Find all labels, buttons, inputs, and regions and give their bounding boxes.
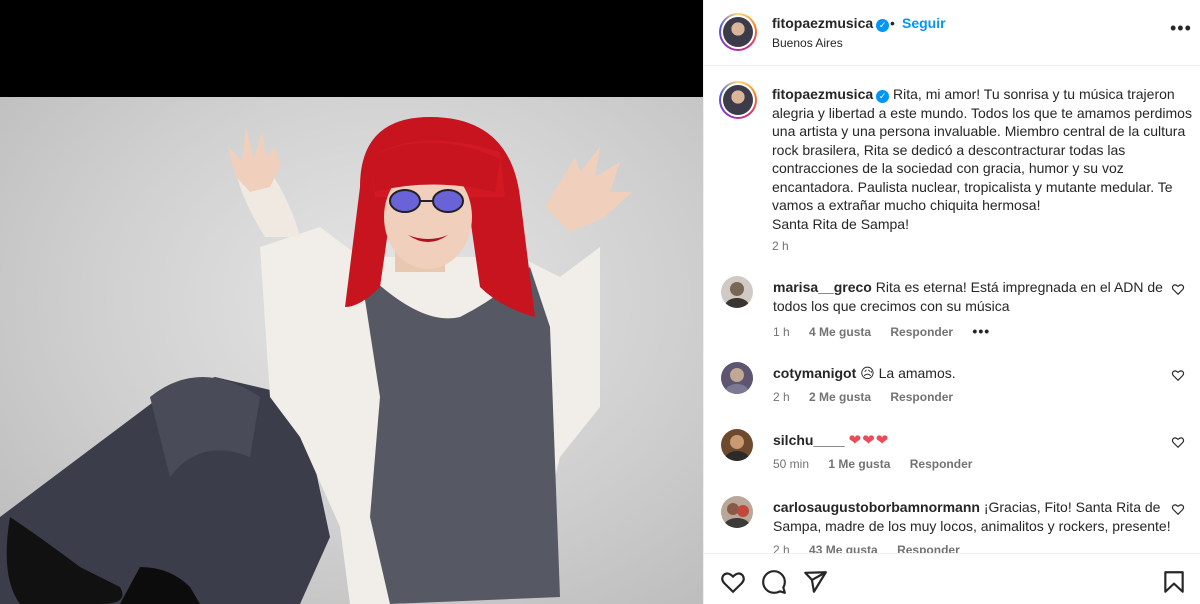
comment-avatar[interactable] xyxy=(721,362,753,394)
comment-likes[interactable]: 43 Me gusta xyxy=(809,543,878,553)
caption-body-closing: Santa Rita de Sampa! xyxy=(772,215,909,232)
caption-body: Rita, mi amor! Tu sonrisa y tu música tr… xyxy=(772,86,1192,213)
red-hearts: ❤❤❤ xyxy=(848,432,890,449)
comment-time[interactable]: 50 min xyxy=(773,457,809,471)
comment-text: carlosaugustoborbamnormann ¡Gracias, Fit… xyxy=(773,499,1171,534)
comment-username[interactable]: carlosaugustoborbamnormann xyxy=(773,499,980,515)
comment-avatar[interactable] xyxy=(721,496,753,528)
reply-button[interactable]: Responder xyxy=(890,390,953,404)
comment-text: silchu____ ❤❤❤ xyxy=(773,431,1173,451)
comment-time[interactable]: 2 h xyxy=(773,543,790,553)
post-action-bar xyxy=(704,553,1200,604)
bookmark-icon[interactable] xyxy=(1161,569,1187,595)
post-photo[interactable] xyxy=(0,97,703,604)
instagram-post-viewer: fitopaezmusica ✓ • Seguir Buenos Aires ••… xyxy=(0,0,1200,604)
comment-text: marisa__greco Rita es eterna! Está impre… xyxy=(773,279,1163,314)
comment-likes[interactable]: 2 Me gusta xyxy=(809,390,871,404)
author-avatar[interactable] xyxy=(719,13,757,51)
comment-meta: 1 h 4 Me gusta Responder ••• xyxy=(773,323,1006,339)
heart-icon[interactable] xyxy=(1171,368,1185,382)
heart-icon[interactable] xyxy=(1171,282,1185,296)
heart-icon[interactable] xyxy=(1171,502,1185,516)
heart-icon[interactable] xyxy=(1171,435,1185,449)
follow-button[interactable]: Seguir xyxy=(902,15,946,31)
comment-username[interactable]: cotymanigot xyxy=(773,365,856,381)
caption-username[interactable]: fitopaezmusica xyxy=(772,86,873,102)
caption-timestamp[interactable]: 2 h xyxy=(772,239,789,253)
comment-text: cotymanigot 😥 La amamos. xyxy=(773,365,956,381)
caption-text: fitopaezmusica ✓ Rita, mi amor! Tu sonris… xyxy=(772,85,1192,233)
comment-likes[interactable]: 1 Me gusta xyxy=(828,457,890,471)
post-location[interactable]: Buenos Aires xyxy=(772,36,843,50)
verified-badge-icon: ✓ xyxy=(876,90,890,103)
comment-username[interactable]: marisa__greco xyxy=(773,279,872,295)
more-options-icon[interactable]: ••• xyxy=(1170,18,1192,39)
comment-avatar[interactable] xyxy=(721,276,753,308)
comment-time[interactable]: 2 h xyxy=(773,390,790,404)
post-media[interactable] xyxy=(0,0,703,604)
comments-scroll-area[interactable]: fitopaezmusica ✓ Rita, mi amor! Tu sonris… xyxy=(704,67,1200,553)
reply-button[interactable]: Responder xyxy=(890,325,953,339)
comment-icon[interactable] xyxy=(761,569,787,595)
caption-avatar[interactable] xyxy=(719,81,757,119)
post-header: fitopaezmusica ✓ • Seguir Buenos Aires ••… xyxy=(704,0,1200,66)
post-side-panel: fitopaezmusica ✓ • Seguir Buenos Aires ••… xyxy=(703,0,1200,604)
share-icon[interactable] xyxy=(802,569,828,595)
comment-options-icon[interactable]: ••• xyxy=(972,323,990,339)
heart-icon[interactable] xyxy=(720,569,746,595)
comment-meta: 2 h 43 Me gusta Responder xyxy=(773,543,976,553)
comment-likes[interactable]: 4 Me gusta xyxy=(809,325,871,339)
author-username[interactable]: fitopaezmusica ✓ xyxy=(772,15,890,32)
comment-time[interactable]: 1 h xyxy=(773,325,790,339)
comment-avatar[interactable] xyxy=(721,429,753,461)
reply-button[interactable]: Responder xyxy=(897,543,960,553)
media-letterbox xyxy=(0,0,703,97)
comment-username[interactable]: silchu____ xyxy=(773,432,845,448)
separator-dot: • xyxy=(890,15,895,31)
verified-badge-icon: ✓ xyxy=(876,19,890,32)
comment-meta: 50 min 1 Me gusta Responder xyxy=(773,457,988,471)
comment-meta: 2 h 2 Me gusta Responder xyxy=(773,390,969,404)
photo-illustration xyxy=(0,117,632,604)
reply-button[interactable]: Responder xyxy=(910,457,973,471)
